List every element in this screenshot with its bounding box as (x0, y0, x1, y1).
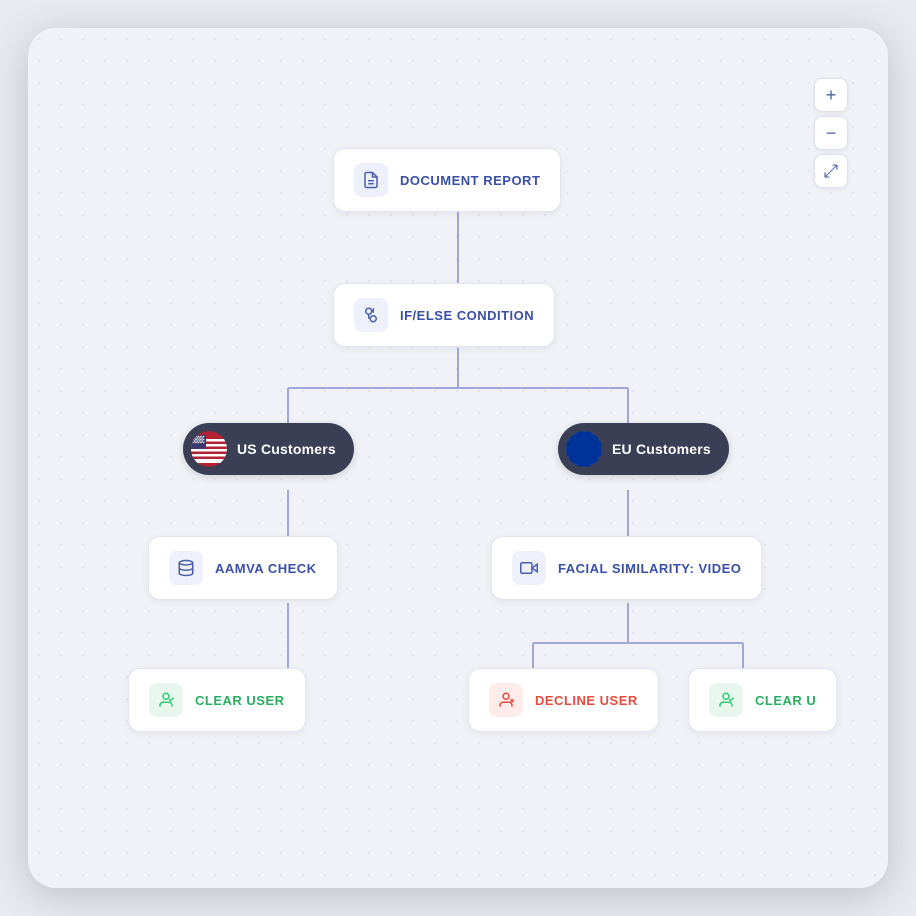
eu-flag-icon (566, 431, 602, 467)
zoom-out-button[interactable]: − (814, 116, 848, 150)
ifelse-node[interactable]: IF/ELSE CONDITION (333, 283, 555, 347)
clear-user-left-node[interactable]: CLEAR USER (128, 668, 306, 732)
decline-user-label: DECLINE USER (535, 693, 638, 708)
facial-similarity-label: FACIAL SIMILARITY: VIDEO (558, 561, 741, 576)
aamva-check-label: AAMVA CHECK (215, 561, 317, 576)
decline-user-node[interactable]: DECLINE USER (468, 668, 659, 732)
zoom-controls: + − ⤢ (814, 78, 848, 188)
document-report-label: DOCUMENT REPORT (400, 173, 540, 188)
document-report-node[interactable]: DOCUMENT REPORT (333, 148, 561, 212)
clear-user-left-label: CLEAR USER (195, 693, 285, 708)
zoom-in-button[interactable]: + (814, 78, 848, 112)
camera-icon (512, 551, 546, 585)
database-icon (169, 551, 203, 585)
eu-customers-node[interactable]: EU Customers (558, 423, 729, 475)
us-flag-icon (191, 431, 227, 467)
aamva-check-node[interactable]: AAMVA CHECK (148, 536, 338, 600)
ifelse-label: IF/ELSE CONDITION (400, 308, 534, 323)
us-customers-label: US Customers (237, 441, 336, 457)
fit-button[interactable]: ⤢ (814, 154, 848, 188)
workflow-canvas: + − ⤢ DOCUMENT REPORT (28, 28, 888, 888)
decline-user-icon (489, 683, 523, 717)
clear-user-right-node[interactable]: CLEAR U (688, 668, 837, 732)
eu-customers-label: EU Customers (612, 441, 711, 457)
us-customers-node[interactable]: US Customers (183, 423, 354, 475)
clear-user-right-label: CLEAR U (755, 693, 816, 708)
check-user-icon (149, 683, 183, 717)
facial-similarity-node[interactable]: FACIAL SIMILARITY: VIDEO (491, 536, 762, 600)
condition-icon (354, 298, 388, 332)
document-icon (354, 163, 388, 197)
check-user-right-icon (709, 683, 743, 717)
